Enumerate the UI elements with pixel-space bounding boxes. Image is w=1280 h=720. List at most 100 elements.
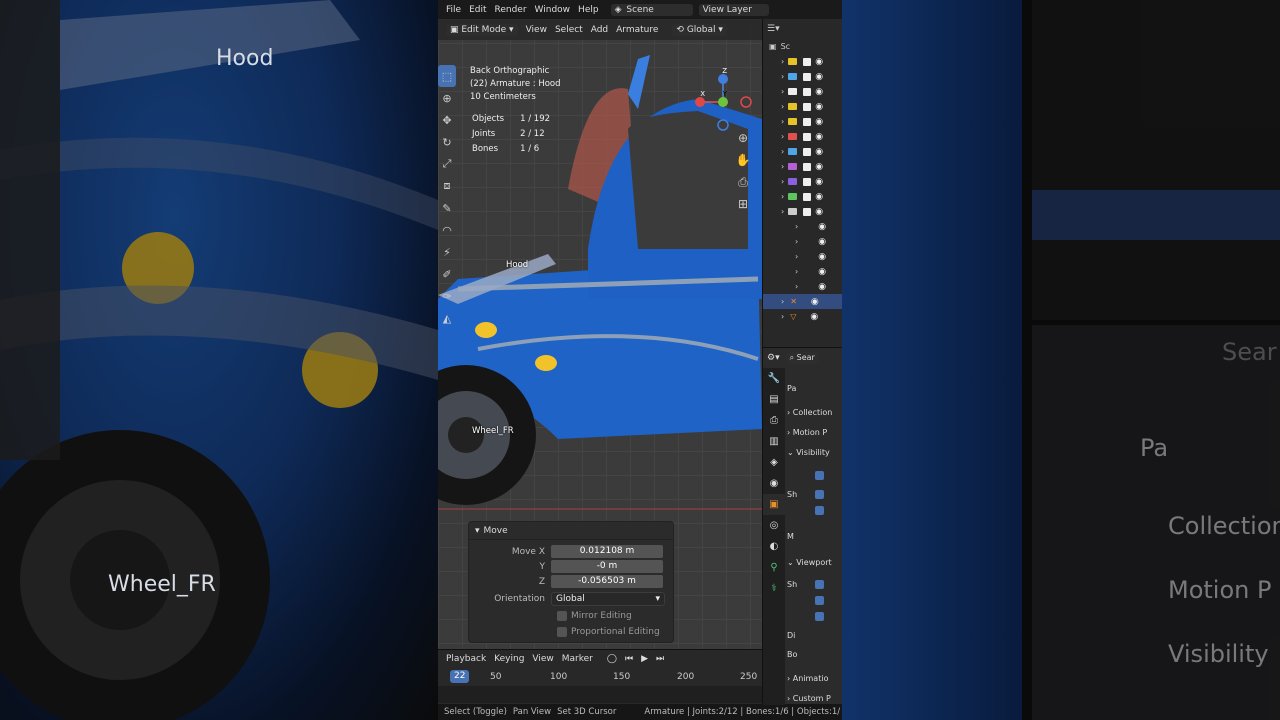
visibility-checkbox-1[interactable] <box>815 471 824 480</box>
play-icon[interactable]: ▶ <box>641 654 648 664</box>
outliner-collection-row[interactable]: › ◉ <box>763 69 842 84</box>
eye-icon[interactable]: ◉ <box>818 222 826 232</box>
object-tab-icon[interactable]: ▣ <box>763 494 785 515</box>
scene-selector[interactable]: ◈ Scene <box>610 3 693 16</box>
exclude-checkbox[interactable] <box>803 72 812 81</box>
exclude-checkbox[interactable] <box>803 87 812 96</box>
3d-viewport[interactable]: ▣ Edit Mode ▾ View Select Add Armature ⟲… <box>438 19 762 649</box>
outliner-collection-row[interactable]: › ◉ <box>763 204 842 219</box>
exclude-checkbox[interactable] <box>803 132 812 141</box>
chevron-right-icon[interactable]: › <box>781 177 784 186</box>
outliner-root-row[interactable]: ▣ Sc <box>763 39 842 54</box>
outliner-child-row[interactable]: › ◉ <box>763 279 842 294</box>
transform-tool[interactable]: ⧈ <box>438 175 456 197</box>
exclude-checkbox[interactable] <box>803 57 812 66</box>
visibility-section[interactable]: ⌄ Visibility <box>787 448 843 457</box>
outliner-collection-row[interactable]: › ◉ <box>763 144 842 159</box>
chevron-right-icon[interactable]: › <box>781 102 784 111</box>
viewport-display-section[interactable]: ⌄ Viewport <box>787 558 843 567</box>
eye-icon[interactable]: ◉ <box>815 147 823 157</box>
rotate-tool[interactable]: ↻ <box>438 131 456 153</box>
eye-icon[interactable]: ◉ <box>810 312 818 322</box>
chevron-right-icon[interactable]: › <box>795 252 798 261</box>
gizmo-z-axis[interactable] <box>718 74 728 84</box>
chevron-right-icon[interactable]: › <box>781 132 784 141</box>
orientation-dropdown[interactable]: Global ▾ <box>551 591 665 606</box>
chevron-right-icon[interactable]: › <box>781 147 784 156</box>
visibility-checkbox-3[interactable] <box>815 506 824 515</box>
eye-icon[interactable]: ◉ <box>815 117 823 127</box>
eye-icon[interactable]: ◉ <box>818 267 826 277</box>
exclude-checkbox[interactable] <box>803 162 812 171</box>
mirror-editing-checkbox[interactable] <box>557 610 567 621</box>
data-tab-icon[interactable]: ⚕ <box>763 578 785 599</box>
modifiers-tab-icon[interactable]: ◎ <box>763 515 785 536</box>
pan-hand-icon[interactable]: ✋ <box>734 153 752 175</box>
output-tab-icon[interactable]: ⎙ <box>763 410 785 431</box>
exclude-checkbox[interactable] <box>803 117 812 126</box>
outliner-child-row[interactable]: › ◉ <box>763 234 842 249</box>
menu-render[interactable]: Render <box>495 5 527 15</box>
cursor-tool[interactable]: ⊕ <box>438 87 456 109</box>
gizmo-y-axis[interactable] <box>718 97 728 107</box>
outliner-child-row[interactable]: › ◉ <box>763 264 842 279</box>
bone-envelope-tool[interactable]: ✐ <box>438 263 456 285</box>
extrude-tool[interactable]: ◭ <box>438 307 456 329</box>
eye-icon[interactable]: ◉ <box>815 192 823 202</box>
eye-icon[interactable]: ◉ <box>818 282 826 292</box>
chevron-right-icon[interactable]: › <box>781 72 784 81</box>
timeline-menu-playback[interactable]: Playback <box>446 654 486 664</box>
exclude-checkbox[interactable] <box>803 102 812 111</box>
menu-window[interactable]: Window <box>535 5 571 15</box>
chevron-right-icon[interactable]: › <box>781 297 784 306</box>
custom-properties-section[interactable]: › Custom P <box>787 694 843 703</box>
menu-file[interactable]: File <box>446 5 461 15</box>
eye-icon[interactable]: ◉ <box>815 132 823 142</box>
eye-icon[interactable]: ◉ <box>815 102 823 112</box>
outliner-collection-row[interactable]: › ◉ <box>763 159 842 174</box>
roll-tool[interactable]: ✑ <box>438 285 456 307</box>
timeline-track[interactable] <box>438 686 762 703</box>
render-tab-icon[interactable]: ▤ <box>763 389 785 410</box>
motion-paths-section[interactable]: › Motion P <box>787 428 843 437</box>
eye-icon[interactable]: ◉ <box>815 87 823 97</box>
record-icon[interactable]: ◯ <box>607 654 617 664</box>
camera-icon[interactable]: ⎙ <box>734 175 752 197</box>
chevron-right-icon[interactable]: › <box>795 237 798 246</box>
physics-tab-icon[interactable]: ◐ <box>763 536 785 557</box>
outliner-armature-row[interactable]: › ✕ ◉ <box>763 294 842 309</box>
outliner-child-row[interactable]: › ◉ <box>763 249 842 264</box>
gizmo-x-axis[interactable] <box>695 97 705 107</box>
menu-help[interactable]: Help <box>578 5 599 15</box>
eye-icon[interactable]: ◉ <box>815 72 823 82</box>
world-tab-icon[interactable]: ◉ <box>763 473 785 494</box>
chevron-right-icon[interactable]: › <box>795 267 798 276</box>
outliner-child-row[interactable]: › ◉ <box>763 219 842 234</box>
collections-section[interactable]: › Collection <box>787 408 843 417</box>
annotate-tool[interactable]: ✎ <box>438 197 456 219</box>
jump-end-icon[interactable]: ⏭ <box>656 654 664 664</box>
eye-icon[interactable]: ◉ <box>811 297 819 307</box>
move-y-field[interactable]: -0 m <box>551 560 663 573</box>
perspective-grid-icon[interactable]: ⊞ <box>734 197 752 219</box>
chevron-right-icon[interactable]: › <box>781 192 784 201</box>
exclude-checkbox[interactable] <box>803 207 812 216</box>
eye-icon[interactable]: ◉ <box>815 177 823 187</box>
editor-type-icon[interactable]: ⚙▾ <box>767 353 780 363</box>
display-checkbox-1[interactable] <box>815 580 824 589</box>
timeline-menu-keying[interactable]: Keying <box>494 654 524 664</box>
jump-start-icon[interactable]: ⏮ <box>625 654 633 664</box>
properties-search-input[interactable]: ⌕ Sear <box>785 352 819 364</box>
eye-icon[interactable]: ◉ <box>818 252 826 262</box>
timeline-menu-view[interactable]: View <box>532 654 553 664</box>
move-tool[interactable]: ✥ <box>438 109 456 131</box>
timeline-ruler[interactable]: 50 100 150 200 250 <box>438 670 762 684</box>
chevron-right-icon[interactable]: › <box>781 57 784 66</box>
outliner-mesh-row[interactable]: › ▽ ◉ <box>763 309 842 324</box>
timeline-menu-marker[interactable]: Marker <box>562 654 593 664</box>
chevron-right-icon[interactable]: › <box>781 117 784 126</box>
visibility-checkbox-2[interactable] <box>815 490 824 499</box>
chevron-right-icon[interactable]: › <box>781 162 784 171</box>
outliner-collection-row[interactable]: › ◉ <box>763 84 842 99</box>
exclude-checkbox[interactable] <box>803 192 812 201</box>
